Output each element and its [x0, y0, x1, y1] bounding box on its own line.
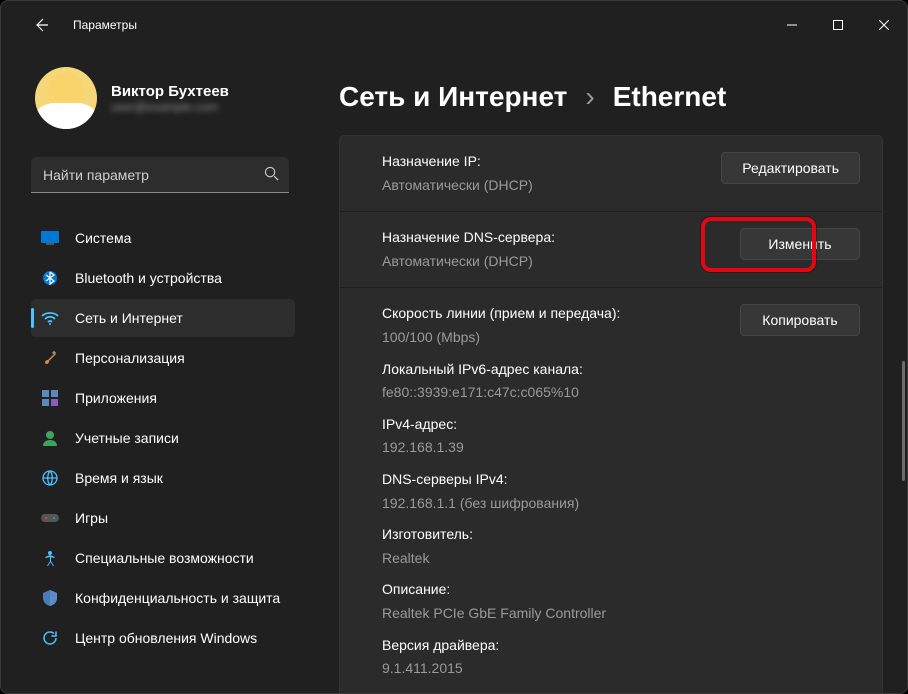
sidebar-item-personalization[interactable]: Персонализация: [31, 339, 295, 377]
arrow-left-icon: [33, 17, 49, 33]
sidebar-item-gaming[interactable]: Игры: [31, 499, 295, 537]
breadcrumb-current: Ethernet: [613, 81, 727, 113]
main-panel: Сеть и Интернет › Ethernet Назначение IP…: [311, 49, 907, 693]
sidebar-item-label: Игры: [75, 510, 108, 526]
sidebar-item-accessibility[interactable]: Специальные возможности: [31, 539, 295, 577]
breadcrumb-parent[interactable]: Сеть и Интернет: [339, 81, 567, 113]
prop-value: 192.168.1.1 (без шифрования): [382, 494, 720, 514]
sidebar: Виктор Бухтеев user@example.com Система …: [1, 49, 311, 693]
sidebar-item-apps[interactable]: Приложения: [31, 379, 295, 417]
prop-label: IPv4-адрес:: [382, 415, 720, 435]
prop-value: Realtek PCIe GbE Family Controller: [382, 604, 720, 624]
sidebar-item-label: Bluetooth и устройства: [75, 270, 222, 286]
window-controls: [769, 5, 907, 45]
sidebar-item-bluetooth[interactable]: Bluetooth и устройства: [31, 259, 295, 297]
ip-label: Назначение IP:: [382, 152, 701, 172]
content-area[interactable]: Назначение IP: Автоматически (DHCP) Реда…: [311, 135, 907, 693]
system-icon: [41, 229, 59, 247]
prop-label: Изготовитель:: [382, 525, 720, 545]
brush-icon: [41, 349, 59, 367]
prop-label: Локальный IPv6-адрес канала:: [382, 360, 720, 380]
nav-list: Система Bluetooth и устройства Сеть и Ин…: [1, 217, 305, 693]
window-title: Параметры: [73, 18, 137, 32]
edit-dns-button[interactable]: Изменить: [740, 228, 860, 260]
sidebar-item-label: Сеть и Интернет: [75, 310, 183, 326]
bluetooth-icon: [41, 269, 59, 287]
maximize-button[interactable]: [815, 5, 861, 45]
sidebar-item-accounts[interactable]: Учетные записи: [31, 419, 295, 457]
ip-value: Автоматически (DHCP): [382, 176, 701, 196]
minimize-button[interactable]: [769, 5, 815, 45]
sidebar-item-label: Конфиденциальность и защита: [75, 590, 280, 606]
prop-label: Скорость линии (прием и передача):: [382, 304, 720, 324]
dns-label: Назначение DNS-сервера:: [382, 228, 720, 248]
avatar: [35, 67, 97, 129]
prop-label: Физический адрес (MAC):: [382, 691, 720, 693]
back-button[interactable]: [21, 5, 61, 45]
prop-value: 9.1.411.2015: [382, 659, 720, 679]
close-icon: [879, 20, 889, 30]
wifi-icon: [41, 309, 59, 327]
sidebar-item-label: Время и язык: [75, 470, 163, 486]
titlebar: Параметры: [1, 1, 907, 49]
shield-icon: [41, 589, 59, 607]
sidebar-item-network[interactable]: Сеть и Интернет: [31, 299, 295, 337]
minimize-icon: [787, 20, 797, 30]
game-icon: [41, 509, 59, 527]
sidebar-item-update[interactable]: Центр обновления Windows: [31, 619, 295, 657]
apps-icon: [41, 389, 59, 407]
sidebar-item-time-language[interactable]: Время и язык: [31, 459, 295, 497]
search-box[interactable]: [31, 157, 289, 193]
settings-window: Параметры Виктор Бухтеев user@example.co…: [0, 0, 908, 694]
scrollbar-thumb[interactable]: [902, 361, 905, 481]
sidebar-item-system[interactable]: Система: [31, 219, 295, 257]
ethernet-card: Назначение IP: Автоматически (DHCP) Реда…: [339, 135, 883, 693]
profile-block[interactable]: Виктор Бухтеев user@example.com: [1, 49, 305, 147]
prop-label: DNS-серверы IPv4:: [382, 470, 720, 490]
prop-label: Описание:: [382, 580, 720, 600]
search-icon: [264, 166, 279, 184]
search-input[interactable]: [43, 167, 264, 183]
account-icon: [41, 429, 59, 447]
prop-value: 192.168.1.39: [382, 438, 720, 458]
copy-properties-button[interactable]: Копировать: [740, 304, 860, 336]
accessibility-icon: [41, 549, 59, 567]
breadcrumb: Сеть и Интернет › Ethernet: [311, 49, 907, 135]
sidebar-item-label: Персонализация: [75, 350, 185, 366]
ip-assignment-section: Назначение IP: Автоматически (DHCP) Реда…: [340, 136, 882, 212]
prop-label: Версия драйвера:: [382, 636, 720, 656]
sidebar-item-label: Система: [75, 230, 131, 246]
profile-email: user@example.com: [111, 100, 229, 114]
properties-list: Скорость линии (прием и передача): 100/1…: [382, 304, 720, 693]
edit-ip-button[interactable]: Редактировать: [721, 152, 860, 184]
dns-value: Автоматически (DHCP): [382, 252, 720, 272]
prop-value: Realtek: [382, 549, 720, 569]
sidebar-item-label: Учетные записи: [75, 430, 179, 446]
dns-assignment-section: Назначение DNS-сервера: Автоматически (D…: [340, 212, 882, 288]
chevron-right-icon: ›: [585, 81, 594, 113]
sidebar-item-label: Приложения: [75, 390, 157, 406]
prop-value: fe80::3939:e171:c47c:c065%10: [382, 383, 720, 403]
sidebar-item-privacy[interactable]: Конфиденциальность и защита: [31, 579, 295, 617]
profile-name: Виктор Бухтеев: [111, 83, 229, 100]
sidebar-item-label: Центр обновления Windows: [75, 630, 257, 646]
maximize-icon: [833, 20, 843, 30]
close-button[interactable]: [861, 5, 907, 45]
globe-icon: [41, 469, 59, 487]
properties-section: Скорость линии (прием и передача): 100/1…: [340, 288, 882, 693]
update-icon: [41, 629, 59, 647]
sidebar-item-label: Специальные возможности: [75, 550, 254, 566]
prop-value: 100/100 (Mbps): [382, 328, 720, 348]
